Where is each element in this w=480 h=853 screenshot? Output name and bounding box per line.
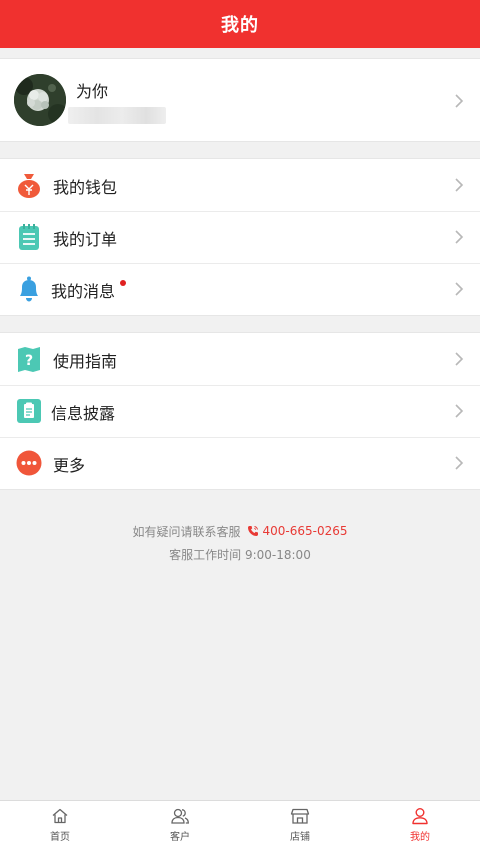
tab-label: 店铺 bbox=[290, 832, 310, 843]
store-icon bbox=[290, 808, 310, 824]
tab-label: 我的 bbox=[410, 832, 430, 843]
menu-item-label: 我的消息 bbox=[51, 282, 116, 301]
menu-item-disclosure[interactable]: 信息披露 bbox=[0, 385, 480, 437]
profile-card[interactable]: 为你 bbox=[0, 58, 480, 142]
profile-icon bbox=[412, 808, 428, 825]
bell-icon bbox=[16, 275, 42, 303]
wallet-bag-icon bbox=[16, 171, 42, 199]
menu-item-guide[interactable]: ? 使用指南 bbox=[0, 333, 480, 385]
tab-store[interactable]: 店铺 bbox=[240, 801, 360, 853]
avatar[interactable] bbox=[14, 74, 66, 126]
page-title: 我的 bbox=[221, 15, 259, 36]
chevron-right-icon bbox=[454, 93, 464, 109]
menu-group-account: 我的钱包 我的订单 我的消息 bbox=[0, 158, 480, 316]
profile-nickname: 为你 bbox=[76, 82, 109, 101]
more-dots-icon bbox=[16, 449, 42, 477]
tab-profile[interactable]: 我的 bbox=[360, 801, 480, 853]
home-icon bbox=[52, 808, 68, 824]
menu-item-wallet[interactable]: 我的钱包 bbox=[0, 159, 480, 211]
masked-account-info bbox=[68, 107, 166, 124]
guide-map-icon: ? bbox=[16, 345, 42, 373]
menu-item-label: 我的钱包 bbox=[53, 178, 118, 197]
chevron-right-icon bbox=[454, 455, 464, 471]
tab-customers[interactable]: 客户 bbox=[120, 801, 240, 853]
tab-home[interactable]: 首页 bbox=[0, 801, 120, 853]
menu-item-label: 更多 bbox=[53, 456, 86, 475]
contact-prompt: 如有疑问请联系客服 bbox=[132, 524, 241, 539]
menu-item-messages[interactable]: 我的消息 bbox=[0, 263, 480, 315]
phone-icon bbox=[247, 526, 258, 536]
hotline-link[interactable]: 400-665-0265 bbox=[247, 524, 348, 538]
tab-label: 客户 bbox=[170, 832, 190, 843]
menu-item-label: 我的订单 bbox=[53, 230, 118, 249]
tab-label: 首页 bbox=[50, 832, 70, 843]
chevron-right-icon bbox=[454, 229, 464, 245]
service-hours: 客服工作时间 9:00-18:00 bbox=[169, 547, 311, 562]
chevron-right-icon bbox=[454, 351, 464, 367]
chevron-right-icon bbox=[454, 281, 464, 297]
page-header: 我的 bbox=[0, 0, 480, 48]
menu-item-label: 信息披露 bbox=[51, 404, 116, 423]
document-icon bbox=[16, 397, 42, 425]
menu-item-label: 使用指南 bbox=[53, 352, 118, 371]
svg-text:?: ? bbox=[25, 353, 33, 369]
menu-group-info: ? 使用指南 信息披露 更多 bbox=[0, 332, 480, 490]
menu-item-orders[interactable]: 我的订单 bbox=[0, 211, 480, 263]
menu-item-more[interactable]: 更多 bbox=[0, 437, 480, 489]
unread-dot-badge bbox=[120, 280, 126, 286]
customers-icon bbox=[171, 808, 189, 824]
chevron-right-icon bbox=[454, 177, 464, 193]
customer-service-info: 如有疑问请联系客服 400-665-0265 客服工作时间 9:00-18:00 bbox=[0, 520, 480, 565]
hotline-number: 400-665-0265 bbox=[262, 524, 348, 538]
order-list-icon bbox=[16, 223, 42, 251]
bottom-tab-bar: 首页 客户 店铺 我的 bbox=[0, 800, 480, 853]
chevron-right-icon bbox=[454, 403, 464, 419]
